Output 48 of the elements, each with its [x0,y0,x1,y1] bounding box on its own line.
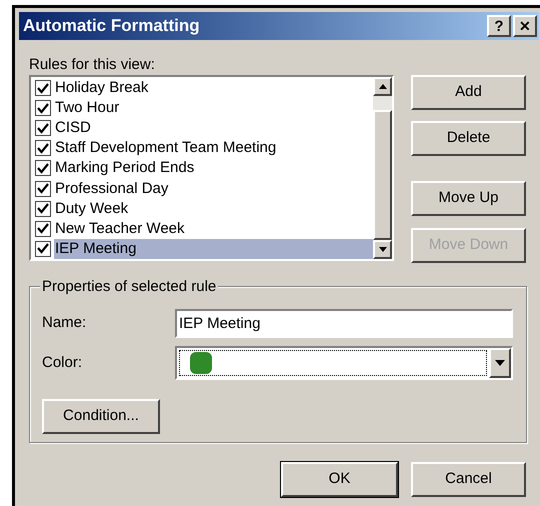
checkbox[interactable] [35,180,51,197]
checkbox[interactable] [35,140,51,156]
checkbox[interactable] [35,80,51,96]
checkmark-icon [37,102,49,114]
checkbox[interactable] [35,100,51,116]
dropdown-arrow-icon [495,360,505,366]
checkbox[interactable] [35,160,51,176]
rule-item[interactable]: CISD [54,118,373,138]
rule-item[interactable]: Holiday Break [54,78,373,98]
rule-item[interactable]: Marking Period Ends [54,158,373,178]
dialog-button[interactable]: Move Up [411,181,526,216]
rule-item[interactable]: Duty Week [54,198,373,219]
scroll-thumb[interactable] [373,110,392,240]
checkmark-icon [37,122,49,134]
checkbox[interactable] [35,220,51,237]
color-label: Color: [42,352,84,373]
scrollbar[interactable] [373,77,392,259]
dialog-button[interactable]: Condition... [42,399,160,434]
checkmark-icon [37,82,49,94]
dialog-button[interactable]: Add [411,75,526,110]
rule-item[interactable]: IEP Meeting [54,238,373,259]
checkbox[interactable] [35,240,51,257]
checkmark-icon [37,183,49,194]
checkmark-icon [37,223,49,234]
name-field[interactable]: IEP Meeting [175,308,513,338]
checkmark-icon [37,203,49,214]
checkbox[interactable] [35,200,51,217]
checkmark-icon [37,162,49,174]
help-button[interactable]: ? [487,15,511,37]
rules-label: Rules for this view: [29,55,156,74]
rule-item[interactable]: Professional Day [54,178,373,199]
rule-item[interactable]: Staff Development Team Meeting [54,138,373,158]
checkbox[interactable] [35,120,51,136]
rule-item[interactable]: New Teacher Week [54,218,373,239]
window-title: Automatic Formatting [23,15,200,38]
up-arrow-icon [378,84,386,89]
rule-item[interactable]: Two Hour [54,98,373,118]
name-label: Name: [42,312,88,333]
color-dropdown[interactable] [175,346,513,380]
dialog-button[interactable]: OK [281,462,398,497]
close-button[interactable]: ✕ [513,15,537,37]
checkmark-icon [37,142,49,154]
down-arrow-icon [378,247,386,252]
checkmark-icon [37,243,49,254]
scroll-down-button[interactable] [373,240,392,259]
dialog-button[interactable]: Delete [411,121,526,156]
scroll-up-button[interactable] [373,77,392,96]
dialog-button[interactable]: Cancel [411,462,526,497]
